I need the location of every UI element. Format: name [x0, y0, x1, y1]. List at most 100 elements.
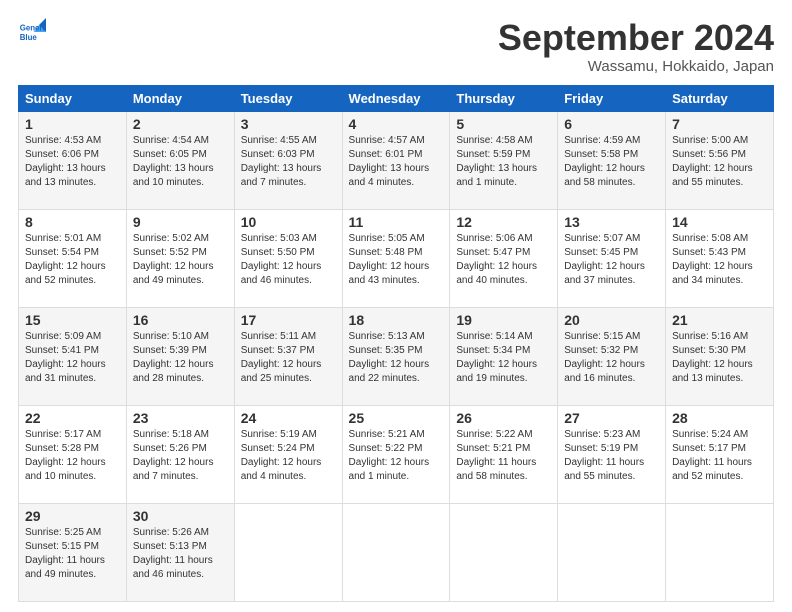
calendar-cell: 26 Sunrise: 5:22 AMSunset: 5:21 PMDayligh… — [450, 405, 558, 503]
calendar-cell: 13 Sunrise: 5:07 AMSunset: 5:45 PMDayligh… — [558, 209, 666, 307]
month-title: September 2024 — [498, 18, 774, 58]
header-thursday: Thursday — [450, 85, 558, 111]
calendar-cell: 22 Sunrise: 5:17 AMSunset: 5:28 PMDayligh… — [19, 405, 127, 503]
calendar-cell: 1 Sunrise: 4:53 AMSunset: 6:06 PMDaylight… — [19, 111, 127, 209]
title-section: September 2024 Wassamu, Hokkaido, Japan — [498, 18, 774, 75]
header-saturday: Saturday — [666, 85, 774, 111]
day-number: 19 — [456, 312, 551, 328]
calendar-cell: 7Sunrise: 5:00 AMSunset: 5:56 PMDaylight… — [666, 111, 774, 209]
cell-info: Sunrise: 5:15 AMSunset: 5:32 PMDaylight:… — [564, 330, 659, 386]
day-number: 16 — [133, 312, 228, 328]
calendar-cell: 11Sunrise: 5:05 AMSunset: 5:48 PMDayligh… — [342, 209, 450, 307]
calendar-cell — [558, 503, 666, 601]
day-number: 20 — [564, 312, 659, 328]
cell-info: Sunrise: 4:54 AMSunset: 6:05 PMDaylight:… — [133, 134, 228, 190]
day-number: 12 — [456, 214, 551, 230]
calendar-cell: 9 Sunrise: 5:02 AMSunset: 5:52 PMDaylight… — [126, 209, 234, 307]
cell-info: Sunrise: 5:11 AMSunset: 5:37 PMDaylight:… — [241, 330, 336, 386]
calendar-cell: 21 Sunrise: 5:16 AMSunset: 5:30 PMDayligh… — [666, 307, 774, 405]
day-number: 15 — [25, 312, 120, 328]
calendar-cell: 19 Sunrise: 5:14 AMSunset: 5:34 PMDayligh… — [450, 307, 558, 405]
calendar-cell: 6Sunrise: 4:59 AMSunset: 5:58 PMDaylight… — [558, 111, 666, 209]
cell-info: Sunrise: 4:58 AMSunset: 5:59 PMDaylight:… — [456, 134, 551, 190]
day-number: 5 — [456, 116, 551, 132]
cell-info: Sunrise: 5:10 AMSunset: 5:39 PMDaylight:… — [133, 330, 228, 386]
week-row-4: 22 Sunrise: 5:17 AMSunset: 5:28 PMDayligh… — [19, 405, 774, 503]
calendar-cell — [450, 503, 558, 601]
svg-text:Blue: Blue — [20, 33, 38, 42]
calendar-cell: 29 Sunrise: 5:25 AMSunset: 5:15 PMDayligh… — [19, 503, 127, 601]
cell-info: Sunrise: 5:22 AMSunset: 5:21 PMDaylight:… — [456, 428, 551, 484]
cell-info: Sunrise: 5:01 AMSunset: 5:54 PMDaylight:… — [25, 232, 120, 288]
calendar-cell: 5 Sunrise: 4:58 AMSunset: 5:59 PMDaylight… — [450, 111, 558, 209]
cell-info: Sunrise: 5:18 AMSunset: 5:26 PMDaylight:… — [133, 428, 228, 484]
calendar-cell: 28 Sunrise: 5:24 AMSunset: 5:17 PMDayligh… — [666, 405, 774, 503]
cell-info: Sunrise: 5:14 AMSunset: 5:34 PMDaylight:… — [456, 330, 551, 386]
day-number: 4 — [349, 116, 444, 132]
day-number: 30 — [133, 508, 228, 524]
cell-info: Sunrise: 5:03 AMSunset: 5:50 PMDaylight:… — [241, 232, 336, 288]
logo: General Blue — [18, 18, 46, 46]
day-number: 9 — [133, 214, 228, 230]
calendar-cell: 12 Sunrise: 5:06 AMSunset: 5:47 PMDayligh… — [450, 209, 558, 307]
day-number: 11 — [349, 214, 444, 230]
day-number: 21 — [672, 312, 767, 328]
cell-info: Sunrise: 4:55 AMSunset: 6:03 PMDaylight:… — [241, 134, 336, 190]
day-number: 13 — [564, 214, 659, 230]
calendar-cell: 25Sunrise: 5:21 AMSunset: 5:22 PMDayligh… — [342, 405, 450, 503]
cell-info: Sunrise: 5:09 AMSunset: 5:41 PMDaylight:… — [25, 330, 120, 386]
calendar-cell: 3 Sunrise: 4:55 AMSunset: 6:03 PMDaylight… — [234, 111, 342, 209]
calendar-cell: 14 Sunrise: 5:08 AMSunset: 5:43 PMDayligh… — [666, 209, 774, 307]
calendar-cell: 4Sunrise: 4:57 AMSunset: 6:01 PMDaylight… — [342, 111, 450, 209]
day-number: 29 — [25, 508, 120, 524]
cell-info: Sunrise: 5:17 AMSunset: 5:28 PMDaylight:… — [25, 428, 120, 484]
calendar-cell: 17Sunrise: 5:11 AMSunset: 5:37 PMDayligh… — [234, 307, 342, 405]
week-row-3: 15 Sunrise: 5:09 AMSunset: 5:41 PMDayligh… — [19, 307, 774, 405]
calendar-table: SundayMondayTuesdayWednesdayThursdayFrid… — [18, 85, 774, 602]
day-number: 18 — [349, 312, 444, 328]
cell-info: Sunrise: 5:06 AMSunset: 5:47 PMDaylight:… — [456, 232, 551, 288]
cell-info: Sunrise: 5:02 AMSunset: 5:52 PMDaylight:… — [133, 232, 228, 288]
header-sunday: Sunday — [19, 85, 127, 111]
calendar-cell — [342, 503, 450, 601]
day-number: 24 — [241, 410, 336, 426]
calendar-cell — [666, 503, 774, 601]
cell-info: Sunrise: 4:53 AMSunset: 6:06 PMDaylight:… — [25, 134, 120, 190]
day-number: 26 — [456, 410, 551, 426]
day-number: 22 — [25, 410, 120, 426]
calendar-cell: 24 Sunrise: 5:19 AMSunset: 5:24 PMDayligh… — [234, 405, 342, 503]
week-row-2: 8 Sunrise: 5:01 AMSunset: 5:54 PMDaylight… — [19, 209, 774, 307]
cell-info: Sunrise: 5:00 AMSunset: 5:56 PMDaylight:… — [672, 134, 767, 190]
cell-info: Sunrise: 5:23 AMSunset: 5:19 PMDaylight:… — [564, 428, 659, 484]
calendar-cell: 15 Sunrise: 5:09 AMSunset: 5:41 PMDayligh… — [19, 307, 127, 405]
cell-info: Sunrise: 5:07 AMSunset: 5:45 PMDaylight:… — [564, 232, 659, 288]
day-number: 1 — [25, 116, 120, 132]
cell-info: Sunrise: 5:26 AMSunset: 5:13 PMDaylight:… — [133, 526, 228, 582]
day-number: 8 — [25, 214, 120, 230]
calendar-cell: 2 Sunrise: 4:54 AMSunset: 6:05 PMDaylight… — [126, 111, 234, 209]
day-number: 3 — [241, 116, 336, 132]
day-number: 2 — [133, 116, 228, 132]
cell-info: Sunrise: 5:16 AMSunset: 5:30 PMDaylight:… — [672, 330, 767, 386]
calendar-cell: 27 Sunrise: 5:23 AMSunset: 5:19 PMDayligh… — [558, 405, 666, 503]
day-number: 28 — [672, 410, 767, 426]
day-number: 23 — [133, 410, 228, 426]
calendar-cell: 8 Sunrise: 5:01 AMSunset: 5:54 PMDaylight… — [19, 209, 127, 307]
header-friday: Friday — [558, 85, 666, 111]
week-row-5: 29 Sunrise: 5:25 AMSunset: 5:15 PMDayligh… — [19, 503, 774, 601]
calendar-cell: 20 Sunrise: 5:15 AMSunset: 5:32 PMDayligh… — [558, 307, 666, 405]
calendar-cell: 18Sunrise: 5:13 AMSunset: 5:35 PMDayligh… — [342, 307, 450, 405]
day-number: 14 — [672, 214, 767, 230]
cell-info: Sunrise: 4:59 AMSunset: 5:58 PMDaylight:… — [564, 134, 659, 190]
day-number: 25 — [349, 410, 444, 426]
calendar-cell: 10Sunrise: 5:03 AMSunset: 5:50 PMDayligh… — [234, 209, 342, 307]
cell-info: Sunrise: 5:19 AMSunset: 5:24 PMDaylight:… — [241, 428, 336, 484]
week-row-1: 1 Sunrise: 4:53 AMSunset: 6:06 PMDaylight… — [19, 111, 774, 209]
cell-info: Sunrise: 5:25 AMSunset: 5:15 PMDaylight:… — [25, 526, 120, 582]
header-row: SundayMondayTuesdayWednesdayThursdayFrid… — [19, 85, 774, 111]
logo-icon: General Blue — [18, 18, 46, 46]
cell-info: Sunrise: 5:24 AMSunset: 5:17 PMDaylight:… — [672, 428, 767, 484]
header-monday: Monday — [126, 85, 234, 111]
cell-info: Sunrise: 5:08 AMSunset: 5:43 PMDaylight:… — [672, 232, 767, 288]
day-number: 27 — [564, 410, 659, 426]
